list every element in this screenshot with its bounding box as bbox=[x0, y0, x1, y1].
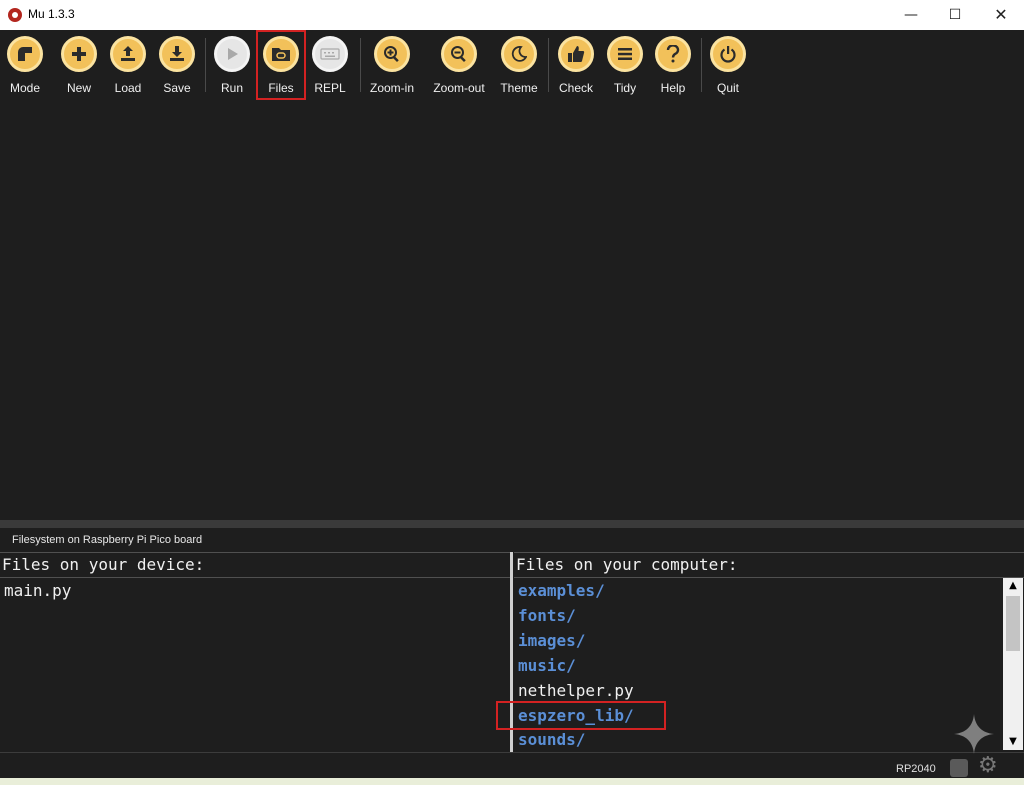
list-item[interactable]: images/ bbox=[518, 631, 585, 650]
list-item[interactable]: examples/ bbox=[518, 581, 605, 600]
mode-button[interactable]: Mode bbox=[4, 30, 46, 102]
header-divider bbox=[514, 577, 1024, 578]
list-item[interactable]: fonts/ bbox=[518, 606, 576, 625]
keyboard-icon bbox=[312, 36, 348, 72]
help-button[interactable]: Help bbox=[652, 30, 694, 102]
computer-files-header: Files on your computer: bbox=[516, 555, 738, 574]
filesystem-title: Filesystem on Raspberry Pi Pico board bbox=[12, 534, 203, 546]
check-button[interactable]: Check bbox=[554, 30, 598, 102]
upload-icon bbox=[110, 36, 146, 72]
zoom-out-label: Zoom-out bbox=[433, 81, 485, 95]
mode-icon bbox=[7, 36, 43, 72]
lines-icon bbox=[607, 36, 643, 72]
save-label: Save bbox=[163, 81, 191, 95]
zoom-in-button[interactable]: Zoom-in bbox=[366, 30, 418, 102]
scrollbar-thumb[interactable] bbox=[1006, 596, 1020, 651]
load-button[interactable]: Load bbox=[107, 30, 149, 102]
list-item[interactable]: sounds/ bbox=[518, 730, 585, 749]
files-button-highlight bbox=[256, 30, 306, 100]
run-button[interactable]: Run bbox=[211, 30, 253, 102]
toolbar-separator bbox=[205, 38, 206, 92]
scroll-up-arrow-icon[interactable]: ▲ bbox=[1003, 578, 1023, 594]
header-divider bbox=[0, 577, 510, 578]
pane-splitter[interactable] bbox=[0, 520, 1024, 528]
filesystem-title-bar: Filesystem on Raspberry Pi Pico board bbox=[0, 528, 1024, 552]
toolbar: Mode New Load Save Run Files REPL Zoom-i… bbox=[0, 30, 1024, 104]
check-label: Check bbox=[558, 81, 593, 95]
tidy-button[interactable]: Tidy bbox=[604, 30, 646, 102]
run-label: Run bbox=[220, 81, 243, 95]
sparkle-icon bbox=[954, 714, 994, 754]
download-icon bbox=[159, 36, 195, 72]
code-editor[interactable] bbox=[0, 104, 1024, 520]
device-files-header: Files on your device: bbox=[2, 555, 205, 574]
save-button[interactable]: Save bbox=[156, 30, 198, 102]
mode-label: Mode bbox=[9, 81, 41, 95]
status-bar: RP2040 ⚙ bbox=[0, 752, 1024, 779]
new-button[interactable]: New bbox=[58, 30, 100, 102]
window-title: Mu 1.3.3 bbox=[28, 7, 75, 21]
toolbar-separator bbox=[360, 38, 361, 92]
thumbs-up-icon bbox=[558, 36, 594, 72]
espzero-lib-highlight bbox=[496, 701, 666, 730]
play-icon bbox=[214, 36, 250, 72]
new-label: New bbox=[66, 81, 91, 95]
computer-files-scrollbar[interactable]: ▲ ▼ bbox=[1003, 578, 1023, 750]
list-item[interactable]: music/ bbox=[518, 656, 576, 675]
toolbar-separator bbox=[701, 38, 702, 92]
question-icon bbox=[655, 36, 691, 72]
power-icon bbox=[710, 36, 746, 72]
mu-logo-icon bbox=[8, 8, 22, 22]
moon-icon bbox=[501, 36, 537, 72]
plus-icon bbox=[61, 36, 97, 72]
maximize-button[interactable]: ☐ bbox=[932, 0, 978, 30]
zoom-out-icon bbox=[441, 36, 477, 72]
toolbar-separator bbox=[548, 38, 549, 92]
zoom-in-label: Zoom-in bbox=[369, 81, 414, 95]
theme-button[interactable]: Theme bbox=[497, 30, 541, 102]
close-button[interactable]: ✕ bbox=[978, 0, 1024, 30]
minimize-button[interactable]: — bbox=[888, 0, 934, 30]
quit-button[interactable]: Quit bbox=[707, 30, 749, 102]
device-files-pane[interactable]: Files on your device: main.py bbox=[0, 552, 510, 753]
tidy-label: Tidy bbox=[613, 81, 637, 95]
quit-label: Quit bbox=[716, 81, 739, 95]
list-item[interactable]: main.py bbox=[4, 581, 71, 600]
repl-button[interactable]: REPL bbox=[309, 30, 351, 102]
bottom-edge bbox=[0, 778, 1024, 785]
gear-icon[interactable]: ⚙ bbox=[978, 755, 998, 777]
list-item[interactable]: nethelper.py bbox=[518, 681, 634, 700]
repl-label: REPL bbox=[314, 81, 346, 95]
scroll-down-arrow-icon[interactable]: ▼ bbox=[1003, 734, 1023, 750]
zoom-in-icon bbox=[374, 36, 410, 72]
title-bar: Mu 1.3.3 — ☐ ✕ bbox=[0, 0, 1024, 30]
chip-icon[interactable] bbox=[950, 759, 968, 777]
board-status: RP2040 bbox=[896, 763, 936, 775]
zoom-out-button[interactable]: Zoom-out bbox=[428, 30, 490, 102]
help-label: Help bbox=[660, 81, 686, 95]
mu-editor-window: Mu 1.3.3 — ☐ ✕ Mode New Load Save Run Fi… bbox=[0, 0, 1024, 785]
load-label: Load bbox=[114, 81, 142, 95]
theme-label: Theme bbox=[500, 81, 538, 95]
